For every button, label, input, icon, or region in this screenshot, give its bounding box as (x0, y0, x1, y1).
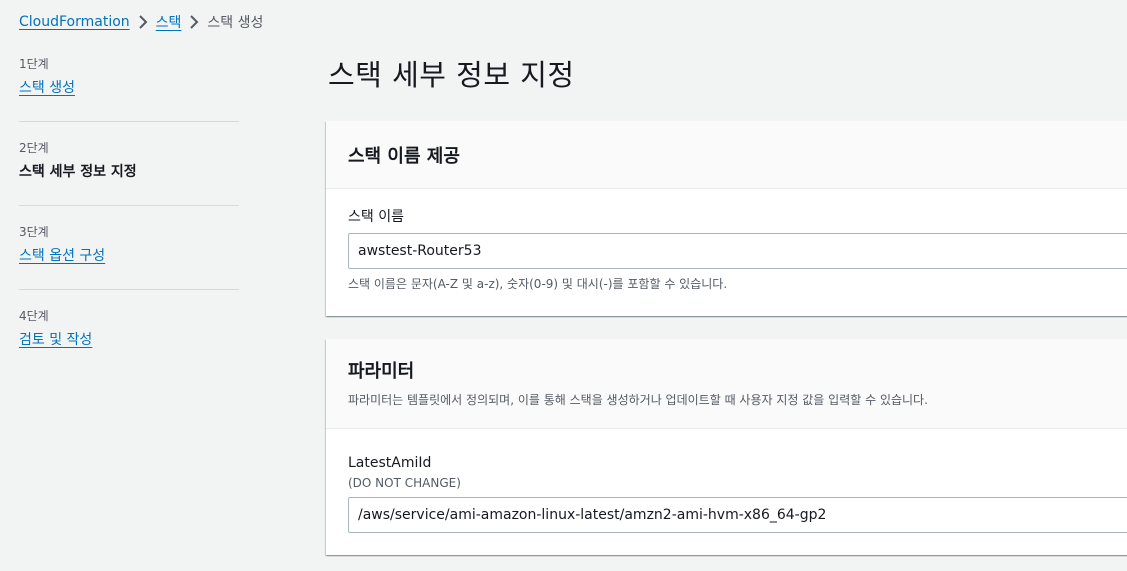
panel-body: LatestAmiId (DO NOT CHANGE) /aws/service… (326, 429, 1127, 533)
step-link-review[interactable]: 검토 및 작성 (19, 330, 92, 350)
breadcrumb-cloudformation[interactable]: CloudFormation (19, 14, 130, 30)
param-constraint: (DO NOT CHANGE) (348, 476, 461, 490)
panel-header: 스택 이름 제공 (326, 121, 1127, 189)
step-number: 1단계 (19, 57, 49, 71)
chevron-right-icon (130, 12, 156, 32)
step-current-specify-details: 스택 세부 정보 지정 (19, 164, 137, 180)
step-number: 3단계 (19, 225, 49, 239)
param-label: LatestAmiId (348, 455, 432, 471)
step-link-configure-options[interactable]: 스택 옵션 구성 (19, 246, 105, 266)
panel-description: 파라미터는 템플릿에서 정의되며, 이를 통해 스택을 생성하거나 업데이트할 … (348, 393, 928, 407)
step-3: 3단계 스택 옵션 구성 (19, 224, 239, 290)
step-link-create-stack[interactable]: 스택 생성 (19, 78, 75, 98)
chevron-right-icon (181, 12, 207, 32)
stack-name-label: 스택 이름 (348, 209, 404, 225)
step-2: 2단계 스택 세부 정보 지정 (19, 140, 239, 206)
panel-header: 파라미터 파라미터는 템플릿에서 정의되며, 이를 통해 스택을 생성하거나 업… (326, 339, 1127, 429)
latest-ami-id-input[interactable]: /aws/service/ami-amazon-linux-latest/amz… (348, 497, 1127, 533)
parameters-panel: 파라미터 파라미터는 템플릿에서 정의되며, 이를 통해 스택을 생성하거나 업… (326, 339, 1127, 555)
step-4: 4단계 검토 및 작성 (19, 308, 239, 374)
page-title: 스택 세부 정보 지정 (328, 58, 575, 92)
stack-name-input[interactable]: awstest-Router53 (348, 233, 1127, 269)
panel-title: 파라미터 (348, 361, 415, 382)
breadcrumb-current: 스택 생성 (207, 15, 264, 31)
breadcrumb: CloudFormation 스택 스택 생성 (19, 12, 263, 32)
stack-name-panel: 스택 이름 제공 스택 이름 awstest-Router53 스택 이름은 문… (326, 121, 1127, 316)
panel-title: 스택 이름 제공 (348, 145, 460, 167)
panel-body: 스택 이름 awstest-Router53 스택 이름은 문자(A-Z 및 a… (326, 189, 1127, 292)
step-1: 1단계 스택 생성 (19, 56, 239, 122)
step-number: 4단계 (19, 309, 49, 323)
stack-name-hint: 스택 이름은 문자(A-Z 및 a-z), 숫자(0-9) 및 대시(-)를 포… (348, 277, 728, 291)
breadcrumb-stacks[interactable]: 스택 (156, 12, 182, 32)
step-number: 2단계 (19, 141, 49, 155)
wizard-steps: 1단계 스택 생성 2단계 스택 세부 정보 지정 3단계 스택 옵션 구성 4… (19, 56, 239, 392)
